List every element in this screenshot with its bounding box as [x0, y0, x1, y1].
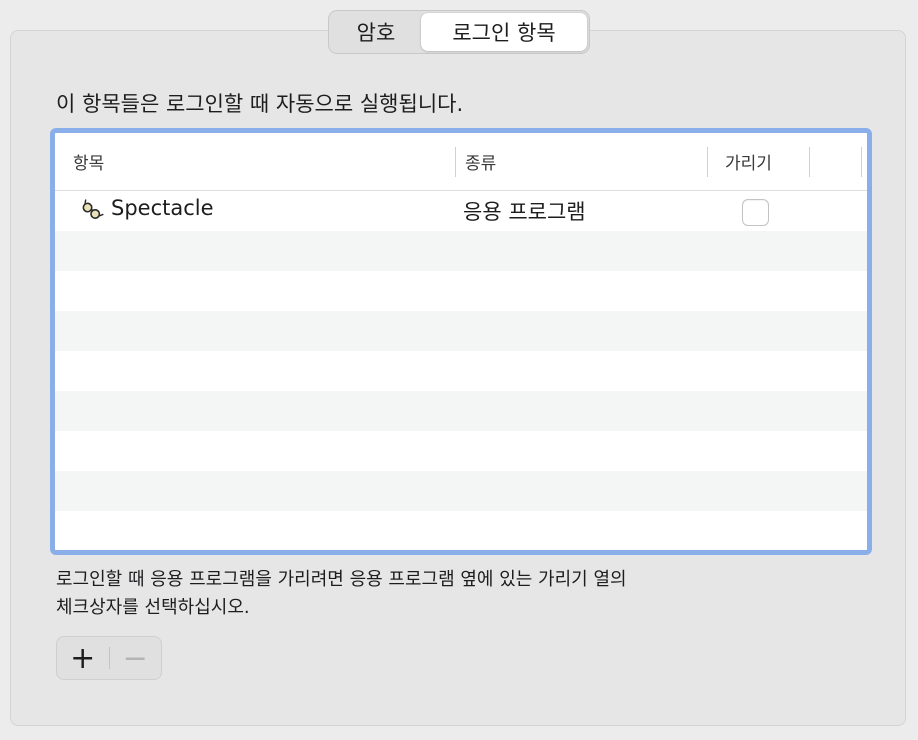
hint-text: 로그인할 때 응용 프로그램을 가리려면 응용 프로그램 옆에 있는 가리기 열…	[56, 566, 776, 622]
table-row[interactable]: Spectacle 응용 프로그램	[55, 191, 867, 231]
table-row	[55, 271, 867, 311]
remove-item-button[interactable]: −	[109, 637, 161, 679]
add-remove-buttons: + −	[56, 636, 162, 680]
tab-bar: 암호 로그인 항목	[328, 10, 590, 54]
item-name: Spectacle	[111, 196, 214, 220]
column-header-kind[interactable]: 종류	[465, 149, 496, 174]
column-divider[interactable]	[455, 147, 456, 177]
table-header: 항목 종류 가리기	[55, 133, 867, 191]
table-row	[55, 471, 867, 511]
tab-login-items[interactable]: 로그인 항목	[421, 13, 587, 51]
intro-text: 이 항목들은 로그인할 때 자동으로 실행됩니다.	[56, 92, 464, 116]
table-row	[55, 511, 867, 550]
add-item-button[interactable]: +	[57, 637, 109, 679]
column-divider[interactable]	[861, 147, 862, 177]
hint-line: 체크상자를 선택하십시오.	[56, 597, 250, 618]
table-body: Spectacle 응용 프로그램	[55, 191, 867, 550]
table-row	[55, 391, 867, 431]
column-divider[interactable]	[707, 147, 708, 177]
column-header-hide[interactable]: 가리기	[725, 149, 772, 174]
login-items-table[interactable]: 항목 종류 가리기 Spectacle 응용 프로그램	[50, 128, 872, 555]
column-divider[interactable]	[809, 147, 810, 177]
table-row	[55, 351, 867, 391]
spectacle-app-icon	[82, 199, 104, 219]
hint-line: 로그인할 때 응용 프로그램을 가리려면 응용 프로그램 옆에 있는 가리기 열…	[56, 569, 627, 590]
item-kind: 응용 프로그램	[463, 200, 586, 224]
column-header-item[interactable]: 항목	[73, 149, 104, 174]
hide-checkbox[interactable]	[742, 199, 769, 226]
tab-password[interactable]: 암호	[331, 13, 421, 51]
table-row	[55, 311, 867, 351]
table-row	[55, 431, 867, 471]
table-row	[55, 231, 867, 271]
